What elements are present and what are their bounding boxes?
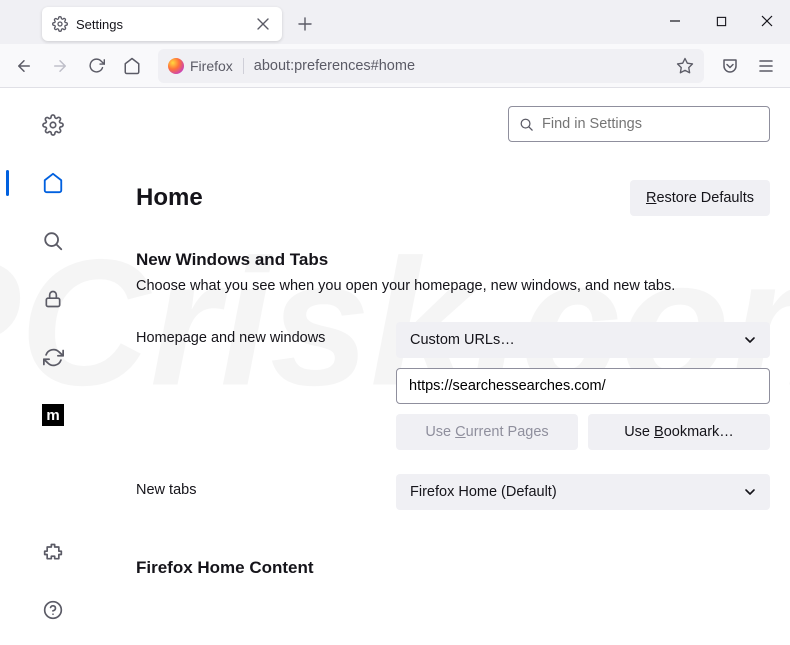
reload-button[interactable]	[80, 50, 112, 82]
homepage-dropdown-value: Custom URLs…	[410, 332, 515, 348]
sidebar-item-mozilla[interactable]: m	[34, 396, 72, 434]
minimize-button[interactable]	[652, 0, 698, 42]
firefox-icon	[168, 58, 184, 74]
settings-search-input[interactable]	[542, 116, 759, 132]
mozilla-icon: m	[42, 404, 64, 426]
section-new-windows-tabs: New Windows and Tabs	[136, 250, 770, 270]
sidebar-item-home[interactable]	[34, 164, 72, 202]
url-text: about:preferences#home	[254, 58, 666, 74]
homepage-dropdown[interactable]: Custom URLs…	[396, 322, 770, 358]
sidebar-item-general[interactable]	[34, 106, 72, 144]
homepage-url-input[interactable]	[396, 368, 770, 404]
menu-button[interactable]	[750, 50, 782, 82]
urlbar[interactable]: Firefox about:preferences#home	[158, 49, 704, 83]
chevron-down-icon	[744, 486, 756, 498]
urlbar-identity[interactable]: Firefox	[168, 58, 244, 74]
window-controls	[652, 0, 790, 42]
section-firefox-home-content: Firefox Home Content	[136, 558, 770, 578]
use-bookmark-button[interactable]: Use Bookmark…	[588, 414, 770, 450]
section-description: Choose what you see when you open your h…	[136, 278, 770, 294]
use-current-pages-button[interactable]: Use Current Pages	[396, 414, 578, 450]
browser-tab[interactable]: Settings	[42, 7, 282, 41]
newtabs-dropdown[interactable]: Firefox Home (Default)	[396, 474, 770, 510]
restore-defaults-button[interactable]: Restore Defaults	[630, 180, 770, 216]
close-icon[interactable]	[254, 15, 272, 33]
settings-search[interactable]	[508, 106, 770, 142]
sidebar-item-sync[interactable]	[34, 338, 72, 376]
page-title: Home	[136, 184, 203, 212]
forward-button[interactable]	[44, 50, 76, 82]
tab-title: Settings	[76, 17, 246, 32]
close-window-button[interactable]	[744, 0, 790, 42]
home-toolbar-button[interactable]	[116, 50, 148, 82]
new-tab-button[interactable]	[290, 9, 320, 39]
sidebar-item-search[interactable]	[34, 222, 72, 260]
sidebar-item-privacy[interactable]	[34, 280, 72, 318]
chevron-down-icon	[744, 334, 756, 346]
titlebar: Settings	[0, 0, 790, 44]
sidebar-item-extensions[interactable]	[34, 533, 72, 571]
homepage-label: Homepage and new windows	[136, 322, 376, 346]
identity-label: Firefox	[190, 58, 233, 74]
sidebar: m	[0, 88, 106, 645]
main-content: Home Restore Defaults New Windows and Ta…	[106, 88, 790, 645]
back-button[interactable]	[8, 50, 40, 82]
sidebar-item-help[interactable]	[34, 591, 72, 629]
newtabs-dropdown-value: Firefox Home (Default)	[410, 484, 557, 500]
bookmark-star-icon[interactable]	[676, 57, 694, 75]
newtabs-label: New tabs	[136, 474, 376, 498]
gear-icon	[52, 16, 68, 32]
toolbar: Firefox about:preferences#home	[0, 44, 790, 88]
pocket-button[interactable]	[714, 50, 746, 82]
maximize-button[interactable]	[698, 0, 744, 42]
